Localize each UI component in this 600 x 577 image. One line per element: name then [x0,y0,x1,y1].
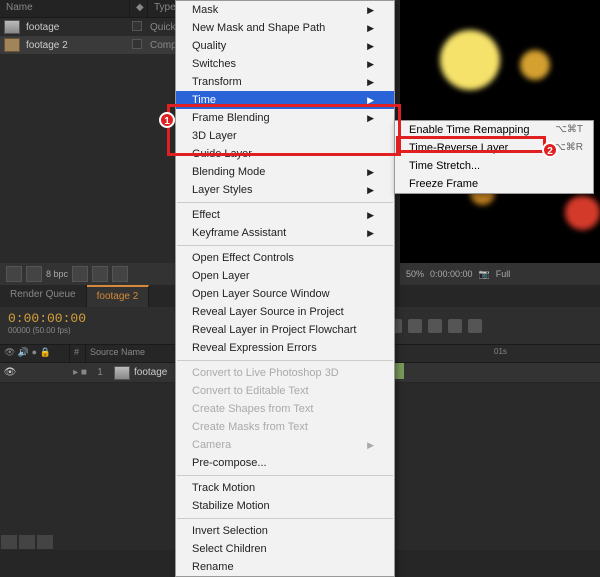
menu-3d-layer[interactable]: 3D Layer [176,127,394,145]
menu-precompose[interactable]: Pre-compose... [176,454,394,472]
menu-frame-blending[interactable]: Frame Blending▶ [176,109,394,127]
menu-open-layer-source[interactable]: Open Layer Source Window [176,285,394,303]
submenu-arrow-icon: ▶ [367,185,374,196]
menu-transform[interactable]: Transform▶ [176,73,394,91]
submenu-arrow-icon: ▶ [367,113,374,124]
submenu-arrow-icon: ▶ [367,77,374,88]
submenu-arrow-icon: ▶ [367,5,374,16]
menu-reveal-in-project[interactable]: Reveal Layer Source in Project [176,303,394,321]
menu-separator [177,360,393,361]
submenu-arrow-icon: ▶ [367,23,374,34]
ruler-tick: 01s [494,347,507,356]
menu-mask[interactable]: Mask▶ [176,1,394,19]
menu-open-effect-controls[interactable]: Open Effect Controls [176,249,394,267]
submenu-time-stretch[interactable]: Time Stretch... [395,157,593,175]
new-folder-button[interactable] [92,266,108,282]
bpc-label[interactable]: 8 bpc [46,269,68,279]
preview-timecode[interactable]: 0:00:00:00 [430,269,473,279]
menu-convert-photoshop-3d: Convert to Live Photoshop 3D [176,364,394,382]
menu-separator [177,475,393,476]
menu-camera: Camera▶ [176,436,394,454]
submenu-arrow-icon: ▶ [367,210,374,221]
col-tag[interactable]: ◆ [130,0,148,17]
footage-icon [114,366,130,380]
footage-icon [4,20,20,34]
menu-invert-selection[interactable]: Invert Selection [176,522,394,540]
bokeh-light [440,30,500,90]
col-name[interactable]: Name [0,0,130,17]
new-comp-button[interactable] [72,266,88,282]
delete-button[interactable] [112,266,128,282]
toggle-in-out-button[interactable] [37,535,53,549]
menu-separator [177,518,393,519]
composition-icon [4,38,20,52]
frame-blend-icon[interactable] [428,319,442,333]
visibility-toggle[interactable]: 👁 [0,367,20,378]
menu-effect[interactable]: Effect▶ [176,206,394,224]
tab-render-queue[interactable]: Render Queue [0,285,87,307]
camera-icon[interactable]: 📷 [479,269,490,280]
item-tag [132,21,150,34]
submenu-arrow-icon: ▶ [367,440,374,451]
toggle-switches-button[interactable] [1,535,17,549]
bokeh-light [520,50,550,80]
shortcut-label: ⌥⌘R [554,142,583,154]
preview-controls: 50% 0:00:00:00 📷 Full [400,263,600,285]
submenu-arrow-icon: ▶ [367,228,374,239]
menu-stabilize-motion[interactable]: Stabilize Motion [176,497,394,515]
item-tag [132,39,150,52]
item-name: footage [24,22,132,33]
menu-quality[interactable]: Quality▶ [176,37,394,55]
submenu-arrow-icon: ▶ [367,59,374,70]
graph-editor-icon[interactable] [468,319,482,333]
annotation-badge-2: 2 [542,142,558,158]
menu-convert-editable-text: Convert to Editable Text [176,382,394,400]
layer-context-menu: Mask▶ New Mask and Shape Path▶ Quality▶ … [175,0,395,577]
motion-blur-icon[interactable] [448,319,462,333]
submenu-arrow-icon: ▶ [367,41,374,52]
menu-create-masks-text: Create Masks from Text [176,418,394,436]
av-columns: 👁 🔊 ● 🔒 [0,345,70,362]
menu-separator [177,202,393,203]
shy-icon[interactable] [408,319,422,333]
menu-track-motion[interactable]: Track Motion [176,479,394,497]
menu-reveal-expression-errors[interactable]: Reveal Expression Errors [176,339,394,357]
submenu-arrow-icon: ▶ [367,95,374,106]
menu-separator [177,245,393,246]
menu-guide-layer[interactable]: Guide Layer [176,145,394,163]
menu-blending-mode[interactable]: Blending Mode▶ [176,163,394,181]
submenu-freeze-frame[interactable]: Freeze Frame [395,175,593,193]
shortcut-label: ⌥⌘T [555,124,583,136]
zoom-percent[interactable]: 50% [406,269,424,279]
menu-rename[interactable]: Rename [176,558,394,576]
submenu-enable-time-remapping[interactable]: Enable Time Remapping⌥⌘T [395,121,593,139]
annotation-badge-1: 1 [159,112,175,128]
submenu-arrow-icon: ▶ [367,167,374,178]
item-name: footage 2 [24,40,132,51]
bokeh-light [565,195,600,230]
layer-number: 1 [90,367,110,378]
interpret-button[interactable] [26,266,42,282]
menu-create-shapes-text: Create Shapes from Text [176,400,394,418]
menu-select-children[interactable]: Select Children [176,540,394,558]
time-submenu: Enable Time Remapping⌥⌘T Time-Reverse La… [394,120,594,194]
menu-reveal-in-flowchart[interactable]: Reveal Layer in Project Flowchart [176,321,394,339]
tab-composition[interactable]: footage 2 [87,285,150,307]
layer-index-color[interactable]: ▸ ■ [70,367,90,378]
menu-time[interactable]: Time▶ [176,91,394,109]
menu-layer-styles[interactable]: Layer Styles▶ [176,181,394,199]
menu-switches[interactable]: Switches▶ [176,55,394,73]
submenu-time-reverse-layer[interactable]: Time-Reverse Layer⌥⌘R [395,139,593,157]
menu-keyframe-assistant[interactable]: Keyframe Assistant▶ [176,224,394,242]
menu-open-layer[interactable]: Open Layer [176,267,394,285]
toggle-modes-button[interactable] [19,535,35,549]
resolution-select[interactable]: Full [496,269,511,279]
menu-mask-shape-path[interactable]: New Mask and Shape Path▶ [176,19,394,37]
flowchart-button[interactable] [6,266,22,282]
